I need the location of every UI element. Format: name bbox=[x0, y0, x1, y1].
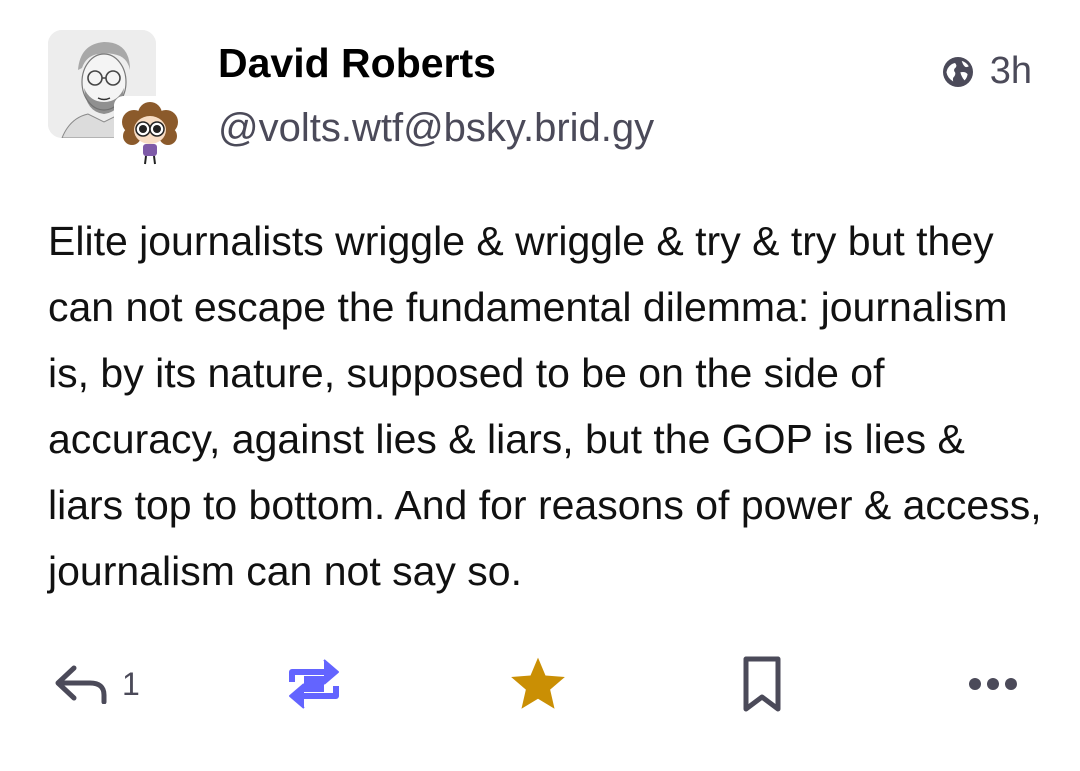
reply-icon bbox=[54, 664, 108, 704]
booster-avatar-cartoon bbox=[114, 96, 186, 168]
status-content: Elite journalists wriggle & wriggle & tr… bbox=[48, 208, 1048, 604]
status-text: Elite journalists wriggle & wriggle & tr… bbox=[48, 218, 1042, 594]
more-icon bbox=[968, 677, 1018, 691]
reply-count: 1 bbox=[122, 665, 140, 702]
star-icon bbox=[506, 653, 570, 715]
more-options-button[interactable] bbox=[968, 648, 1018, 720]
bookmark-button[interactable] bbox=[738, 648, 786, 720]
boost-button[interactable] bbox=[284, 648, 344, 720]
bookmark-icon bbox=[738, 655, 786, 713]
author-display-name[interactable]: David Roberts bbox=[218, 40, 496, 87]
relative-time[interactable]: 3h bbox=[990, 50, 1032, 93]
globe-icon bbox=[940, 54, 976, 90]
favourite-button[interactable] bbox=[506, 648, 570, 720]
status-card: David Roberts @volts.wtf@bsky.brid.gy 3h… bbox=[0, 0, 1080, 771]
avatar-group[interactable] bbox=[48, 30, 186, 168]
reply-button[interactable]: 1 bbox=[54, 648, 140, 720]
author-handle[interactable]: @volts.wtf@bsky.brid.gy bbox=[218, 106, 654, 151]
status-action-bar: 1 bbox=[48, 648, 1032, 720]
status-meta: 3h bbox=[940, 50, 1032, 93]
booster-avatar[interactable] bbox=[114, 96, 186, 168]
boost-icon bbox=[284, 652, 344, 716]
